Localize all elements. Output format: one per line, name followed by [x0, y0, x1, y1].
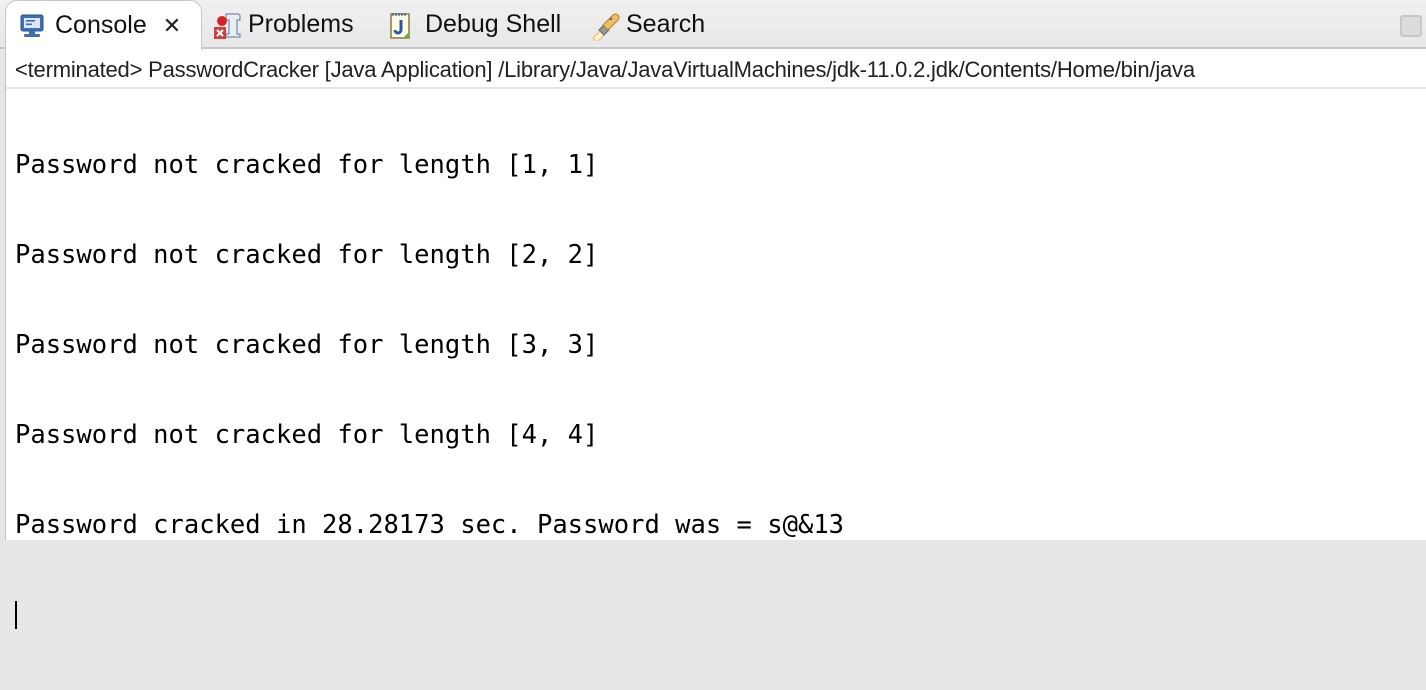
tab-console[interactable]: Console ✕ — [5, 0, 202, 50]
console-content: <terminated> PasswordCracker [Java Appli… — [5, 49, 1426, 629]
tab-console-label: Console — [55, 11, 147, 39]
console-line: Password cracked in 28.28173 sec. Passwo… — [15, 510, 845, 540]
text-caret — [15, 601, 17, 629]
console-monitor-icon — [19, 13, 45, 39]
close-tab-icon[interactable]: ✕ — [163, 14, 181, 37]
console-line: Password not cracked for length [3, 3] — [15, 330, 599, 360]
tab-debug-shell[interactable]: Debug Shell — [389, 0, 561, 48]
console-output[interactable]: Password not cracked for length [1, 1] P… — [15, 90, 844, 690]
tab-problems[interactable]: Problems — [212, 0, 354, 48]
console-view: Console ✕ Problems Debug Shell Search <t… — [0, 0, 1426, 629]
console-line: Password not cracked for length [1, 1] — [15, 150, 599, 180]
tab-search-label: Search — [626, 9, 706, 38]
minimize-view-button[interactable] — [1400, 15, 1422, 37]
console-line: Password not cracked for length [2, 2] — [15, 240, 599, 270]
problems-icon — [212, 11, 241, 39]
tab-search[interactable]: Search — [590, 0, 705, 48]
console-line: Password not cracked for length [4, 4] — [15, 420, 599, 450]
tab-debug-shell-label: Debug Shell — [425, 9, 562, 38]
tab-problems-label: Problems — [248, 9, 354, 38]
description-divider — [6, 87, 1426, 89]
debug-shell-icon — [389, 11, 415, 39]
process-description: <terminated> PasswordCracker [Java Appli… — [15, 57, 1195, 82]
view-tab-bar: Console ✕ Problems Debug Shell Search — [0, 0, 1426, 50]
search-flashlight-icon — [590, 11, 620, 43]
